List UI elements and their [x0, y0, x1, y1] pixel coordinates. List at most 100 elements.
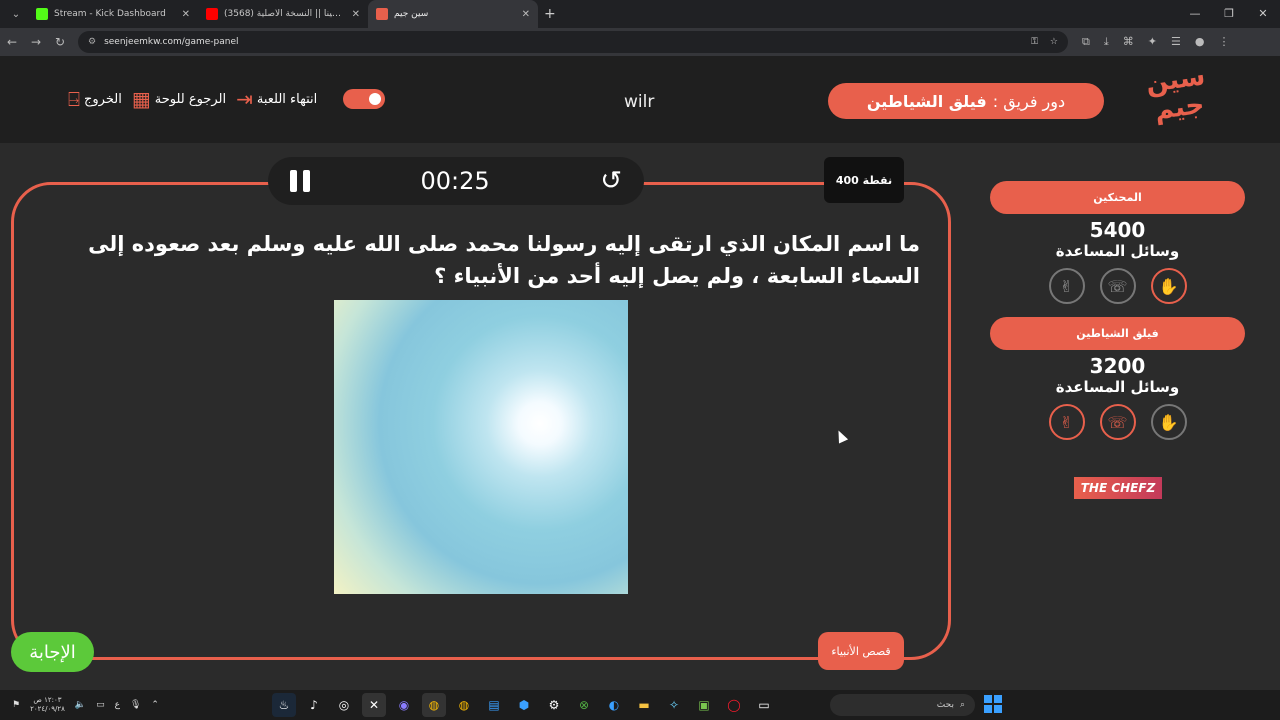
end-game-label: انتهاء اللعبة	[256, 91, 318, 107]
tab-title: Stream - Kick Dashboard	[54, 9, 166, 19]
tab-youtube[interactable]: (3568) كنت مينا || النسخة الأصلية ✕	[198, 0, 368, 28]
taskbar-apps: ♨ ♪ ◎ ✕ ◉ ◍ ◍ ▤ ⬢ ⚙ ⊗ ◐ ▬ ✧ ▣ ◯ ▭	[272, 690, 776, 720]
youtube-favicon-icon	[206, 8, 218, 20]
search-label: بحث	[936, 700, 954, 710]
phone-icon[interactable]: ☏	[1099, 404, 1136, 440]
chrome-icon[interactable]: ◍	[422, 693, 446, 717]
translate-icon[interactable]: ⌘	[1123, 35, 1134, 49]
settings-toggle[interactable]	[343, 89, 386, 109]
arrow-to-bar-icon: ⇥	[236, 87, 253, 111]
timer-display: 00:25	[420, 167, 490, 195]
extension-icon[interactable]: ✦	[1148, 35, 1157, 49]
tiktok-icon[interactable]: ♪	[302, 693, 326, 717]
close-window-icon[interactable]: ✕	[1246, 0, 1280, 28]
copilot-icon[interactable]: ✧	[662, 693, 686, 717]
settings-icon[interactable]: ⚙	[542, 693, 566, 717]
reload-icon[interactable]: ↻	[48, 35, 72, 49]
close-tab-icon[interactable]: ✕	[522, 9, 530, 20]
language-indicator[interactable]: ع	[115, 700, 120, 710]
game-header: سين جيم دور فريق : فيلق الشياطين wilr ⍈ …	[0, 56, 1280, 143]
category-badge: قصص الأنبياء	[818, 632, 904, 670]
points-badge: 400 نقطة	[824, 157, 904, 203]
close-tab-icon[interactable]: ✕	[182, 9, 190, 20]
chrome-profile-icon[interactable]: ◍	[452, 693, 476, 717]
back-icon[interactable]: ←	[0, 35, 24, 49]
windows-start-icon[interactable]	[984, 695, 1002, 713]
menu-icon[interactable]: ⋮	[1218, 35, 1229, 49]
turn-team-name: فيلق الشياطين	[866, 91, 987, 111]
reset-timer-icon[interactable]: ↺	[600, 166, 622, 196]
minecraft-icon[interactable]: ▣	[692, 693, 716, 717]
two-fingers-icon[interactable]: ✌	[1048, 268, 1085, 304]
sponsor-logo: THE CHEFZ	[1074, 477, 1162, 499]
url-field[interactable]: ⚙ seenjeemkw.com/game-panel ⚿ ☆	[78, 31, 1068, 53]
notification-icon[interactable]: ⚑	[12, 700, 20, 710]
team-name: المحنكين	[990, 181, 1245, 214]
kick-favicon-icon	[36, 8, 48, 20]
phone-icon[interactable]: ☏	[1099, 268, 1136, 304]
hand-icon[interactable]: ✋	[1150, 268, 1187, 304]
steam-icon[interactable]: ♨	[272, 693, 296, 717]
new-tab-button[interactable]: +	[544, 6, 556, 22]
reading-list-icon[interactable]: ☰	[1171, 35, 1181, 49]
aids-label: وسائل المساعدة	[1055, 378, 1180, 396]
tab-kick-dashboard[interactable]: Stream - Kick Dashboard ✕	[28, 0, 198, 28]
clock[interactable]: ١٢:٠٣ ص ٢٠٢٤/٠٩/٢٨	[30, 696, 65, 714]
file-explorer-icon[interactable]: ▬	[632, 693, 656, 717]
app-icon[interactable]: ◎	[332, 693, 356, 717]
minimize-icon[interactable]: —	[1178, 0, 1212, 28]
password-key-icon[interactable]: ⚿	[1031, 37, 1038, 47]
question-text: ما اسم المكان الذي ارتقى إليه رسولنا محم…	[88, 232, 920, 288]
team-score: 5400	[1089, 218, 1146, 242]
exit-button[interactable]: ⍈ الخروج	[68, 89, 122, 109]
header-actions: ⍈ الخروج ▦ الرجوع للوحة ⇥ انتهاء اللعبة	[68, 89, 386, 109]
search-icon: ⌕	[959, 700, 965, 710]
site-info-icon[interactable]: ⚙	[88, 37, 96, 47]
address-bar-row: ← → ↻ ⚙ seenjeemkw.com/game-panel ⚿ ☆ ⧉ …	[0, 28, 1280, 56]
excel-icon[interactable]: ✕	[362, 693, 386, 717]
question-image	[334, 300, 628, 594]
back-to-board-button[interactable]: ▦ الرجوع للوحة	[132, 89, 226, 109]
edge-icon[interactable]: ◐	[602, 693, 626, 717]
aids-label: وسائل المساعدة	[1055, 242, 1180, 260]
team-card: المحنكين 5400 وسائل المساعدة ✌ ☏ ✋	[990, 181, 1245, 304]
exit-door-icon: ⍈	[68, 87, 80, 111]
hand-icon[interactable]: ✋	[1150, 404, 1187, 440]
download-icon[interactable]: ⤓	[1104, 35, 1109, 49]
microphone-icon[interactable]: 🎙	[130, 700, 141, 710]
tab-search-button[interactable]: ⌄	[4, 4, 28, 24]
stream-app-icon[interactable]: ⬢	[512, 693, 536, 717]
team-card: فيلق الشياطين 3200 وسائل المساعدة ✌ ☏ ✋	[990, 317, 1245, 440]
seen-jeem-favicon-icon	[376, 8, 388, 20]
opera-icon[interactable]: ◯	[722, 693, 746, 717]
discord-icon[interactable]: ◉	[392, 693, 416, 717]
restore-icon[interactable]: ❐	[1212, 0, 1246, 28]
volume-icon[interactable]: 🔈	[75, 700, 86, 710]
profile-icon[interactable]: ●	[1195, 35, 1205, 49]
exit-label: الخروج	[84, 91, 122, 107]
bookmark-star-icon[interactable]: ☆	[1050, 37, 1058, 47]
timer-bar: 00:25 ↺	[268, 157, 644, 205]
end-game-button[interactable]: ⇥ انتهاء اللعبة	[236, 89, 317, 109]
two-fingers-icon[interactable]: ✌	[1048, 404, 1085, 440]
xbox-icon[interactable]: ⊗	[572, 693, 596, 717]
current-turn-banner: دور فريق : فيلق الشياطين	[828, 83, 1104, 119]
pause-button[interactable]	[290, 170, 310, 192]
network-icon[interactable]: ▭	[96, 700, 105, 710]
mail-icon[interactable]: ▤	[482, 693, 506, 717]
app-window-icon[interactable]: ▭	[752, 693, 776, 717]
extensions-icon[interactable]: ⧉	[1082, 35, 1090, 49]
forward-icon[interactable]: →	[24, 35, 48, 49]
turn-label: دور فريق :	[992, 91, 1066, 111]
tab-seen-jeem[interactable]: سين جيم ✕	[368, 0, 538, 28]
close-tab-icon[interactable]: ✕	[352, 9, 360, 20]
back-to-board-label: الرجوع للوحة	[154, 91, 227, 107]
taskbar-search[interactable]: بحث ⌕	[830, 694, 975, 716]
team-score: 3200	[1089, 354, 1146, 378]
browser-tab-strip: ⌄ Stream - Kick Dashboard ✕ (3568) كنت م…	[0, 0, 1280, 28]
grid-icon: ▦	[131, 87, 151, 111]
answer-button[interactable]: الإجابة	[11, 632, 94, 672]
show-hidden-icons-icon[interactable]: ⌃	[151, 700, 159, 710]
streamer-name: wilr	[624, 92, 655, 112]
team-name: فيلق الشياطين	[990, 317, 1245, 350]
